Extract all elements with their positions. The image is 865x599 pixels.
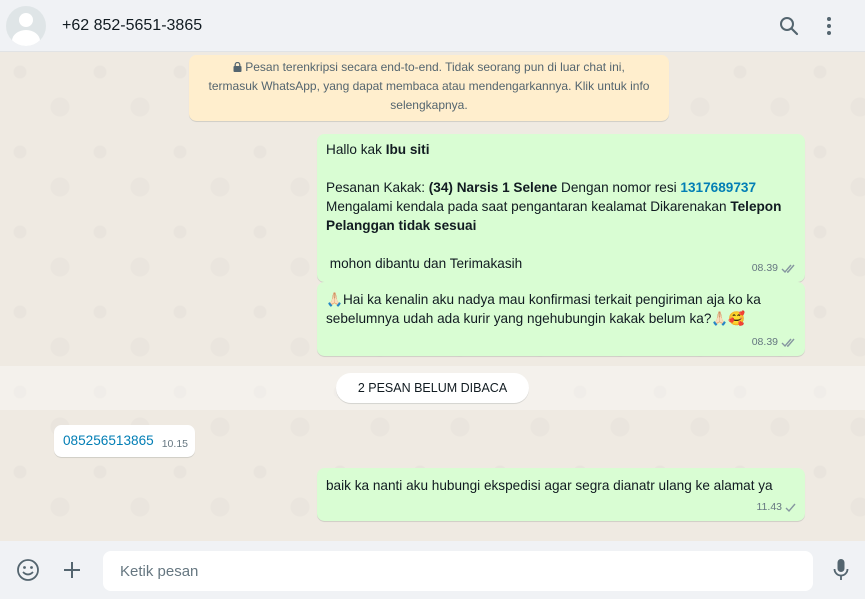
message-closing: mohon dibantu dan Terimakasih xyxy=(326,256,523,271)
pray-emoji: 🙏🏻 xyxy=(326,292,343,307)
message-order-line: Pesanan Kakak: (34) Narsis 1 Selene Deng… xyxy=(326,178,796,197)
attach-button[interactable] xyxy=(52,550,92,590)
message-text: baik ka nanti aku hubungi ekspedisi agar… xyxy=(326,478,773,493)
message-bubble-outgoing[interactable]: baik ka nanti aku hubungi ekspedisi agar… xyxy=(317,468,805,521)
lock-icon xyxy=(233,62,242,72)
contact-name[interactable]: +62 852-5651-3865 xyxy=(62,17,769,35)
emoji-button[interactable] xyxy=(8,550,48,590)
message-meta: 08.39 xyxy=(752,259,797,278)
double-check-icon xyxy=(781,338,795,348)
notice-line-1: Pesan terenkripsi secara end-to-end. Tid… xyxy=(245,60,625,74)
mic-icon xyxy=(833,559,849,580)
unread-divider-label: 2 PESAN BELUM DIBACA xyxy=(335,373,530,403)
message-bubble-incoming[interactable]: 085256513865 10.15 xyxy=(54,425,195,457)
chat-header: +62 852-5651-3865 xyxy=(0,0,865,52)
message-line-1: 🙏🏻Hai ka kenalin aku nadya mau konfirmas… xyxy=(326,290,796,309)
message-time: 08.39 xyxy=(751,262,778,274)
message-time: 08.39 xyxy=(751,336,778,348)
avatar-head xyxy=(19,12,33,27)
receipt-number-link[interactable]: 1317689737 xyxy=(680,180,756,195)
emoji-icon xyxy=(17,559,39,581)
voice-message-button[interactable] xyxy=(821,550,861,590)
issue-text: Mengalami kendala pada saat pengantaran … xyxy=(326,199,731,214)
message-input[interactable] xyxy=(103,551,813,591)
avatar[interactable] xyxy=(6,5,46,46)
message-meta: 10.15 xyxy=(162,435,188,454)
phone-number-link[interactable]: 085256513865 xyxy=(63,433,154,448)
chat-area[interactable]: Pesan terenkripsi secara end-to-end. Tid… xyxy=(0,52,865,541)
unread-divider: 2 PESAN BELUM DIBACA xyxy=(0,366,865,410)
order-item: (34) Narsis 1 Selene xyxy=(428,180,558,195)
plus-icon xyxy=(64,562,80,578)
search-icon xyxy=(780,16,799,35)
menu-button[interactable] xyxy=(809,6,849,46)
double-check-icon xyxy=(781,264,795,274)
message-line-2: sebelumnya udah ada kurir yang ngehubung… xyxy=(326,309,796,328)
message-time: 10.15 xyxy=(161,438,188,450)
encryption-notice[interactable]: Pesan terenkripsi secara end-to-end. Tid… xyxy=(189,55,669,121)
greeting-prefix: Hallo kak xyxy=(326,142,386,157)
menu-dots-icon xyxy=(827,16,831,35)
message-meta: 11.43 xyxy=(757,498,798,517)
avatar-body xyxy=(12,29,40,46)
message-issue-line: Mengalami kendala pada saat pengantaran … xyxy=(326,197,796,216)
pray-love-emoji: 🙏🏻🥰 xyxy=(711,311,746,326)
single-check-icon xyxy=(785,503,796,513)
notice-line-3: selengkapnya. xyxy=(390,98,468,112)
issue-bold-2: Pelanggan tidak sesuai xyxy=(326,218,477,233)
message-meta: 08.39 xyxy=(752,333,797,352)
order-prefix: Pesanan Kakak: xyxy=(326,180,429,195)
message-bubble-outgoing[interactable]: Hallo kak Ibu siti Pesanan Kakak: (34) N… xyxy=(317,134,805,282)
search-button[interactable] xyxy=(769,6,809,46)
composer xyxy=(0,541,865,599)
issue-bold-1: Telepon xyxy=(730,199,782,214)
greeting-name: Ibu siti xyxy=(385,142,430,157)
notice-line-2: termasuk WhatsApp, yang dapat membaca at… xyxy=(208,79,650,93)
order-middle: Dengan nomor resi xyxy=(557,180,681,195)
message-time: 11.43 xyxy=(756,501,783,513)
message-text-1: Hai ka kenalin aku nadya mau konfirmasi … xyxy=(342,292,761,307)
message-greeting: Hallo kak Ibu siti xyxy=(326,140,796,159)
message-text-2: sebelumnya udah ada kurir yang ngehubung… xyxy=(326,311,712,326)
message-bubble-outgoing[interactable]: 🙏🏻Hai ka kenalin aku nadya mau konfirmas… xyxy=(317,282,805,356)
